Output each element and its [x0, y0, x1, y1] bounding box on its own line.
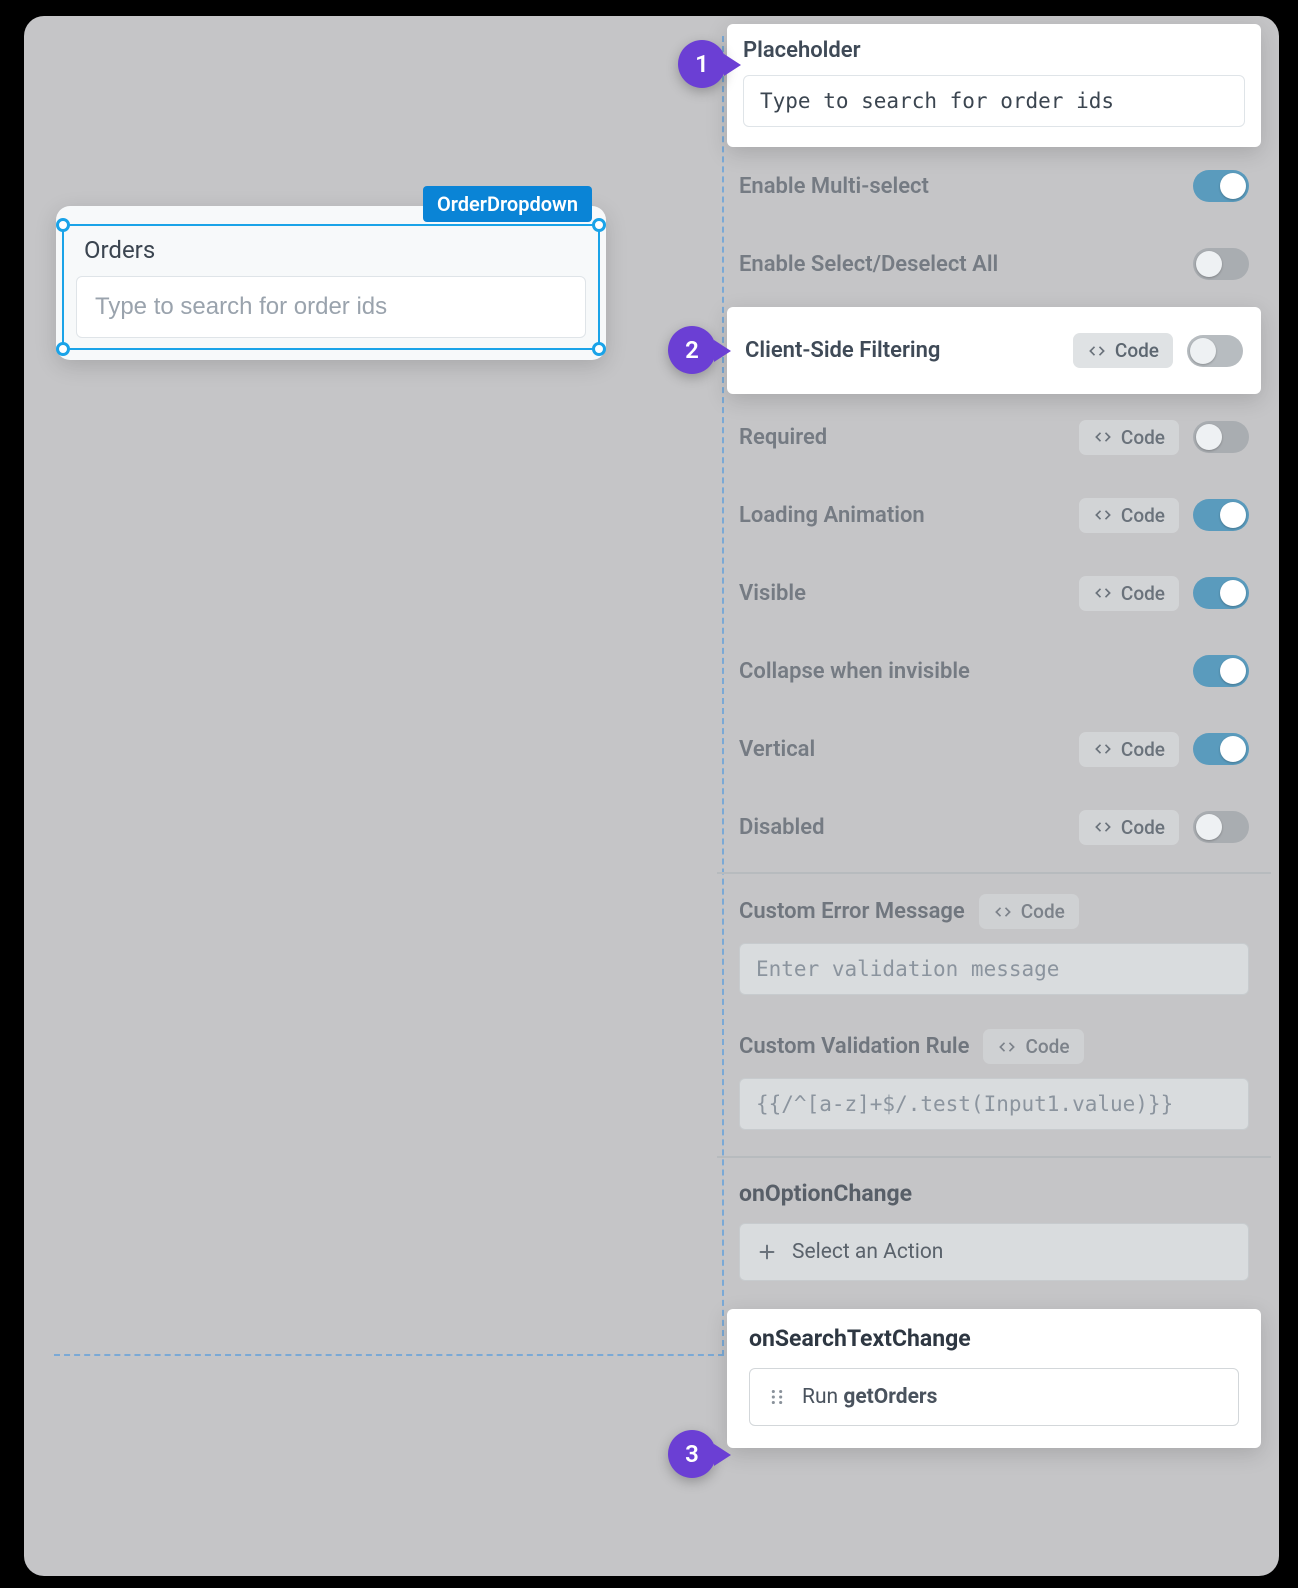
placeholder-input[interactable]: [743, 75, 1245, 127]
row-required: Required Code: [717, 398, 1271, 476]
action-label: Run getOrders: [802, 1385, 937, 1409]
on-search-text-change-title: onSearchTextChange: [749, 1325, 1239, 1352]
disabled-label: Disabled: [739, 815, 825, 840]
loading-label: Loading Animation: [739, 503, 925, 528]
placeholder-label: Placeholder: [743, 38, 1043, 63]
callout-1: 1: [678, 40, 726, 88]
collapse-toggle[interactable]: [1193, 655, 1249, 687]
visible-code-button[interactable]: Code: [1079, 576, 1179, 611]
select-all-label: Enable Select/Deselect All: [739, 252, 998, 277]
resize-handle-tl[interactable]: [56, 218, 70, 232]
callout-3: 3: [668, 1430, 716, 1478]
select-action-label: Select an Action: [792, 1240, 943, 1264]
custom-rule-code-button[interactable]: Code: [983, 1029, 1083, 1064]
required-label: Required: [739, 425, 827, 450]
code-icon: [1093, 505, 1113, 525]
code-icon: [997, 1037, 1017, 1057]
loading-toggle[interactable]: [1193, 499, 1249, 531]
on-option-change-section: onOptionChange Select an Action: [717, 1164, 1271, 1303]
client-filtering-label: Client-Side Filtering: [745, 336, 940, 366]
drag-handle-icon: [766, 1386, 788, 1408]
visible-label: Visible: [739, 581, 806, 606]
placeholder-section: Placeholder: [727, 24, 1261, 147]
resize-handle-bl[interactable]: [56, 342, 70, 356]
resize-handle-tr[interactable]: [592, 218, 606, 232]
widget-name-tag[interactable]: OrderDropdown: [423, 186, 592, 222]
callout-2: 2: [668, 326, 716, 374]
custom-error-input[interactable]: [739, 943, 1249, 995]
collapse-label: Collapse when invisible: [739, 659, 970, 684]
required-toggle[interactable]: [1193, 421, 1249, 453]
multi-select-label: Enable Multi-select: [739, 174, 929, 199]
row-multi-select: Enable Multi-select: [717, 147, 1271, 225]
required-code-button[interactable]: Code: [1079, 420, 1179, 455]
run-getorders-action[interactable]: Run getOrders: [749, 1368, 1239, 1426]
on-option-change-title: onOptionChange: [739, 1180, 1249, 1207]
visible-toggle[interactable]: [1193, 577, 1249, 609]
disabled-code-button[interactable]: Code: [1079, 810, 1179, 845]
editor-frame: OrderDropdown Orders Placeholder Enable …: [24, 16, 1279, 1576]
code-pill-label: Code: [1115, 339, 1159, 362]
code-pill-label: Code: [1025, 1035, 1069, 1058]
row-select-all: Enable Select/Deselect All: [717, 225, 1271, 303]
code-pill-label: Code: [1121, 816, 1165, 839]
widget-label: Orders: [84, 236, 586, 264]
row-client-filtering: Client-Side Filtering Code: [727, 307, 1261, 394]
row-vertical: Vertical Code: [717, 710, 1271, 788]
action-prefix: Run: [802, 1385, 843, 1409]
code-pill-label: Code: [1121, 504, 1165, 527]
code-icon: [1093, 427, 1113, 447]
code-icon: [1093, 817, 1113, 837]
code-pill-label: Code: [1121, 582, 1165, 605]
code-pill-label: Code: [1121, 426, 1165, 449]
custom-rule-label: Custom Validation Rule: [739, 1034, 969, 1059]
multi-select-toggle[interactable]: [1193, 170, 1249, 202]
client-filtering-code-button[interactable]: Code: [1073, 333, 1173, 368]
divider: [717, 872, 1271, 874]
row-collapse: Collapse when invisible: [717, 632, 1271, 710]
widget-card: Orders: [56, 206, 606, 360]
row-disabled: Disabled Code: [717, 788, 1271, 866]
select-all-toggle[interactable]: [1193, 248, 1249, 280]
custom-error-code-button[interactable]: Code: [979, 894, 1079, 929]
row-visible: Visible Code: [717, 554, 1271, 632]
select-action-button[interactable]: Select an Action: [739, 1223, 1249, 1281]
code-pill-label: Code: [1121, 738, 1165, 761]
custom-error-section: Custom Error Message Code: [717, 880, 1271, 1015]
custom-error-label: Custom Error Message: [739, 899, 965, 924]
order-search-input[interactable]: [76, 276, 586, 338]
code-icon: [993, 902, 1013, 922]
client-filtering-toggle[interactable]: [1187, 335, 1243, 367]
code-icon: [1087, 341, 1107, 361]
action-name: getOrders: [843, 1385, 937, 1409]
code-icon: [1093, 583, 1113, 603]
code-icon: [1093, 739, 1113, 759]
on-search-text-change-section: onSearchTextChange Run getOrders: [727, 1309, 1261, 1448]
plus-icon: [756, 1241, 778, 1263]
vertical-code-button[interactable]: Code: [1079, 732, 1179, 767]
divider: [717, 1156, 1271, 1158]
custom-rule-section: Custom Validation Rule Code: [717, 1015, 1271, 1150]
vertical-toggle[interactable]: [1193, 733, 1249, 765]
order-dropdown-widget[interactable]: OrderDropdown Orders: [56, 206, 606, 360]
resize-handle-br[interactable]: [592, 342, 606, 356]
property-panel: Placeholder Enable Multi-select Enable S…: [717, 16, 1271, 1576]
vertical-label: Vertical: [739, 737, 815, 762]
code-pill-label: Code: [1021, 900, 1065, 923]
custom-rule-input[interactable]: [739, 1078, 1249, 1130]
row-loading-animation: Loading Animation Code: [717, 476, 1271, 554]
loading-code-button[interactable]: Code: [1079, 498, 1179, 533]
disabled-toggle[interactable]: [1193, 811, 1249, 843]
